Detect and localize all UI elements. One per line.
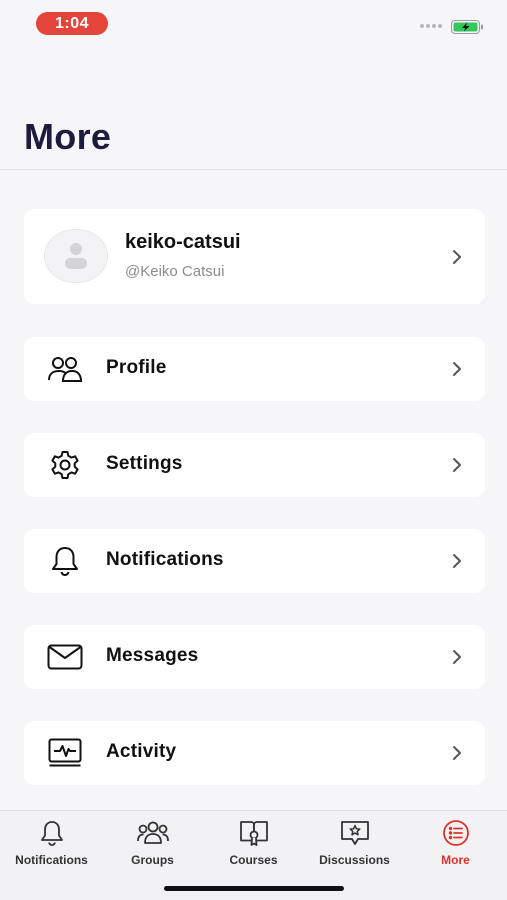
- header: More: [0, 48, 507, 170]
- person-icon: [65, 243, 87, 269]
- menu-item-label: Profile: [106, 357, 167, 378]
- envelope-icon: [46, 641, 84, 673]
- user-handle: @Keiko Catsui: [125, 263, 225, 280]
- avatar: [44, 229, 108, 283]
- chevron-right-icon: [453, 746, 461, 760]
- chat-star-icon: [340, 821, 369, 845]
- chevron-right-icon: [453, 554, 461, 568]
- tab-discussions[interactable]: Discussions: [304, 819, 405, 875]
- activity-icon: [46, 737, 84, 769]
- chevron-right-icon: [453, 362, 461, 376]
- list-circle-icon: [442, 820, 469, 846]
- chevron-right-icon: [453, 458, 461, 472]
- tab-label: Courses: [229, 853, 278, 867]
- tab-label: Groups: [131, 853, 174, 867]
- status-time[interactable]: 1:04: [36, 12, 108, 35]
- username: keiko-catsui: [125, 231, 241, 253]
- menu-item-settings[interactable]: Settings: [24, 433, 485, 497]
- menu-item-label: Activity: [106, 741, 177, 762]
- menu-item-activity[interactable]: Activity: [24, 721, 485, 785]
- gear-icon: [46, 449, 84, 481]
- menu-item-messages[interactable]: Messages: [24, 625, 485, 689]
- tab-notifications[interactable]: Notifications: [1, 819, 102, 875]
- bell-icon: [46, 545, 84, 577]
- menu-item-label: Messages: [106, 645, 199, 666]
- tab-label: Discussions: [319, 853, 390, 867]
- page-title: More: [24, 116, 112, 157]
- chevron-right-icon: [453, 250, 461, 264]
- menu-item-notifications[interactable]: Notifications: [24, 529, 485, 593]
- tab-courses[interactable]: Courses: [203, 819, 304, 875]
- menu-item-label: Settings: [106, 453, 183, 474]
- tab-label: Notifications: [15, 853, 88, 867]
- tab-groups[interactable]: Groups: [102, 819, 203, 875]
- signal-icon: [420, 24, 442, 30]
- user-profile-card[interactable]: keiko-catsui @Keiko Catsui: [24, 209, 485, 304]
- tab-more[interactable]: More: [405, 819, 506, 875]
- chevron-right-icon: [453, 650, 461, 664]
- status-bar: 1:04: [0, 0, 507, 48]
- menu-item-profile[interactable]: Profile: [24, 337, 485, 401]
- more-screen: 1:04 More keiko-catsui @Keiko Catsui Pro…: [0, 0, 507, 900]
- home-indicator[interactable]: [164, 886, 344, 891]
- book-icon: [239, 821, 268, 846]
- groups-icon: [136, 821, 169, 844]
- bell-icon: [40, 821, 63, 846]
- users-icon: [46, 353, 84, 385]
- menu-item-label: Notifications: [106, 549, 224, 570]
- tab-label: More: [441, 853, 470, 867]
- battery-charging-icon: [451, 20, 483, 34]
